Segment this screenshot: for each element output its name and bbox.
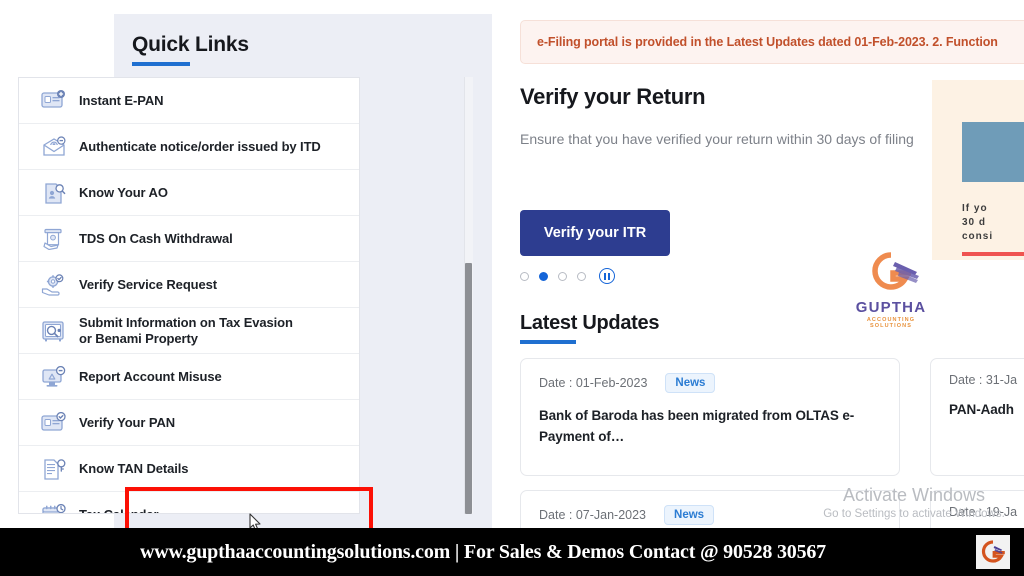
envelope-person-check-icon <box>37 135 71 158</box>
hero-title: Verify your Return <box>520 84 706 109</box>
sidebar-item-label: TDS On Cash Withdrawal <box>79 230 233 246</box>
promo-line-3: consi <box>962 231 994 242</box>
sidebar-item-authenticate-notice-order-issued-by-itd[interactable]: Authenticate notice/order issued by ITD <box>19 124 359 170</box>
page-root: Quick Links Instant E-PAN Authenticate n… <box>0 0 1024 576</box>
update-card[interactable]: Date : 31-Ja PAN-Aadh <box>930 358 1024 476</box>
activation-line-2: Go to Settings to activate Windows. <box>823 508 1005 520</box>
guptha-watermark-logo: GUPTHA ACCOUNTING SOLUTIONS <box>845 250 937 329</box>
latest-updates-underline <box>520 340 576 344</box>
page-title: Quick Links <box>132 33 249 56</box>
activation-line-1: Activate Windows <box>842 485 986 505</box>
update-date: Date : 31-Ja <box>949 373 1018 387</box>
guptha-name: GUPTHA <box>855 299 927 316</box>
sidebar-item-verify-service-request[interactable]: Verify Service Request <box>19 262 359 308</box>
monitor-alert-icon <box>37 365 71 388</box>
update-badge: News <box>665 373 716 393</box>
calendar-clock-icon <box>37 503 71 513</box>
carousel-dot-1[interactable] <box>520 271 529 281</box>
update-badge: News <box>664 505 715 525</box>
hero-subtitle: Ensure that you have verified your retur… <box>520 131 914 147</box>
sidebar-item-label: Know Your AO <box>79 184 168 200</box>
promo-banner-image: If yo 30 d consi <box>932 80 1024 260</box>
update-card[interactable]: Date : 01-Feb-2023 News Bank of Baroda h… <box>520 358 900 476</box>
carousel-dot-4[interactable] <box>577 271 586 281</box>
update-date: Date : 01-Feb-2023 <box>539 376 648 390</box>
sidebar-item-know-your-ao[interactable]: Know Your AO <box>19 170 359 216</box>
alert-banner: e-Filing portal is provided in the Lates… <box>520 20 1024 64</box>
main-content: e-Filing portal is provided in the Lates… <box>512 0 1024 550</box>
id-card-check-icon <box>37 411 71 434</box>
alert-text: e-Filing portal is provided in the Lates… <box>537 35 998 49</box>
sidebar-item-label: Authenticate notice/order issued by ITD <box>79 138 321 154</box>
carousel-dot-3[interactable] <box>558 271 567 281</box>
id-card-plus-icon <box>37 89 71 112</box>
sidebar-item-submit-information-on-tax-evasion-or-benami-property[interactable]: Submit Information on Tax Evasion or Ben… <box>19 308 359 354</box>
promo-image-block <box>962 122 1024 182</box>
promo-line-1: If yo <box>962 203 988 214</box>
update-body: PAN-Aadh <box>949 402 1014 417</box>
carousel-controls[interactable] <box>520 268 615 284</box>
sidebar-item-verify-your-pan[interactable]: Verify Your PAN <box>19 400 359 446</box>
title-underline <box>132 62 190 66</box>
sidebar-item-know-tan-details[interactable]: Know TAN Details <box>19 446 359 492</box>
sidebar-item-label: Know TAN Details <box>79 460 189 476</box>
sidebar-item-tax-calendar[interactable]: Tax Calendar <box>19 492 359 514</box>
update-body: Bank of Baroda has been migrated from OL… <box>539 408 855 444</box>
windows-activation-watermark: Activate Windows Go to Settings to activ… <box>804 484 1024 522</box>
guptha-tagline: ACCOUNTING SOLUTIONS <box>866 317 916 329</box>
bottom-banner-text: www.gupthaaccountingsolutions.com | For … <box>140 540 826 563</box>
bottom-banner-logo <box>976 535 1010 569</box>
atm-cash-icon <box>37 228 71 250</box>
update-card-header: Date : 31-Ja <box>949 373 1024 387</box>
guptha-g-icon <box>872 252 919 290</box>
carousel-dot-2[interactable] <box>539 271 548 281</box>
sidebar-item-label: Submit Information on Tax Evasion or Ben… <box>79 314 293 346</box>
sidebar-scrollbar-thumb[interactable] <box>465 263 472 514</box>
promo-heading: If yo 30 d consi <box>962 202 1024 244</box>
carousel-pause-button[interactable] <box>599 268 615 284</box>
sidebar-item-label: Verify Your PAN <box>79 414 176 430</box>
document-person-search-icon <box>37 182 71 204</box>
update-card-header: Date : 01-Feb-2023 News <box>539 373 881 393</box>
promo-line-2: 30 d <box>962 217 987 228</box>
sidebar-item-report-account-misuse[interactable]: Report Account Misuse <box>19 354 359 400</box>
document-key-icon <box>37 458 71 480</box>
sidebar-item-label: Verify Service Request <box>79 276 217 292</box>
bottom-promo-banner: www.gupthaaccountingsolutions.com | For … <box>0 528 1024 576</box>
sidebar-item-label: Instant E-PAN <box>79 92 164 108</box>
sidebar-item-tds-on-cash-withdrawal[interactable]: TDS On Cash Withdrawal <box>19 216 359 262</box>
promo-divider <box>962 252 1024 256</box>
sidebar-item-label: Report Account Misuse <box>79 368 222 384</box>
hand-gear-check-icon <box>37 273 71 296</box>
update-date: Date : 07-Jan-2023 <box>539 508 647 522</box>
sidebar-item-label: Tax Calendar <box>79 506 159 514</box>
verify-itr-button[interactable]: Verify your ITR <box>520 210 670 256</box>
safe-search-icon <box>37 320 71 342</box>
sidebar-item-instant-e-pan[interactable]: Instant E-PAN <box>19 78 359 124</box>
latest-updates-title: Latest Updates <box>520 312 660 334</box>
quick-links-list[interactable]: Instant E-PAN Authenticate notice/order … <box>18 77 360 514</box>
